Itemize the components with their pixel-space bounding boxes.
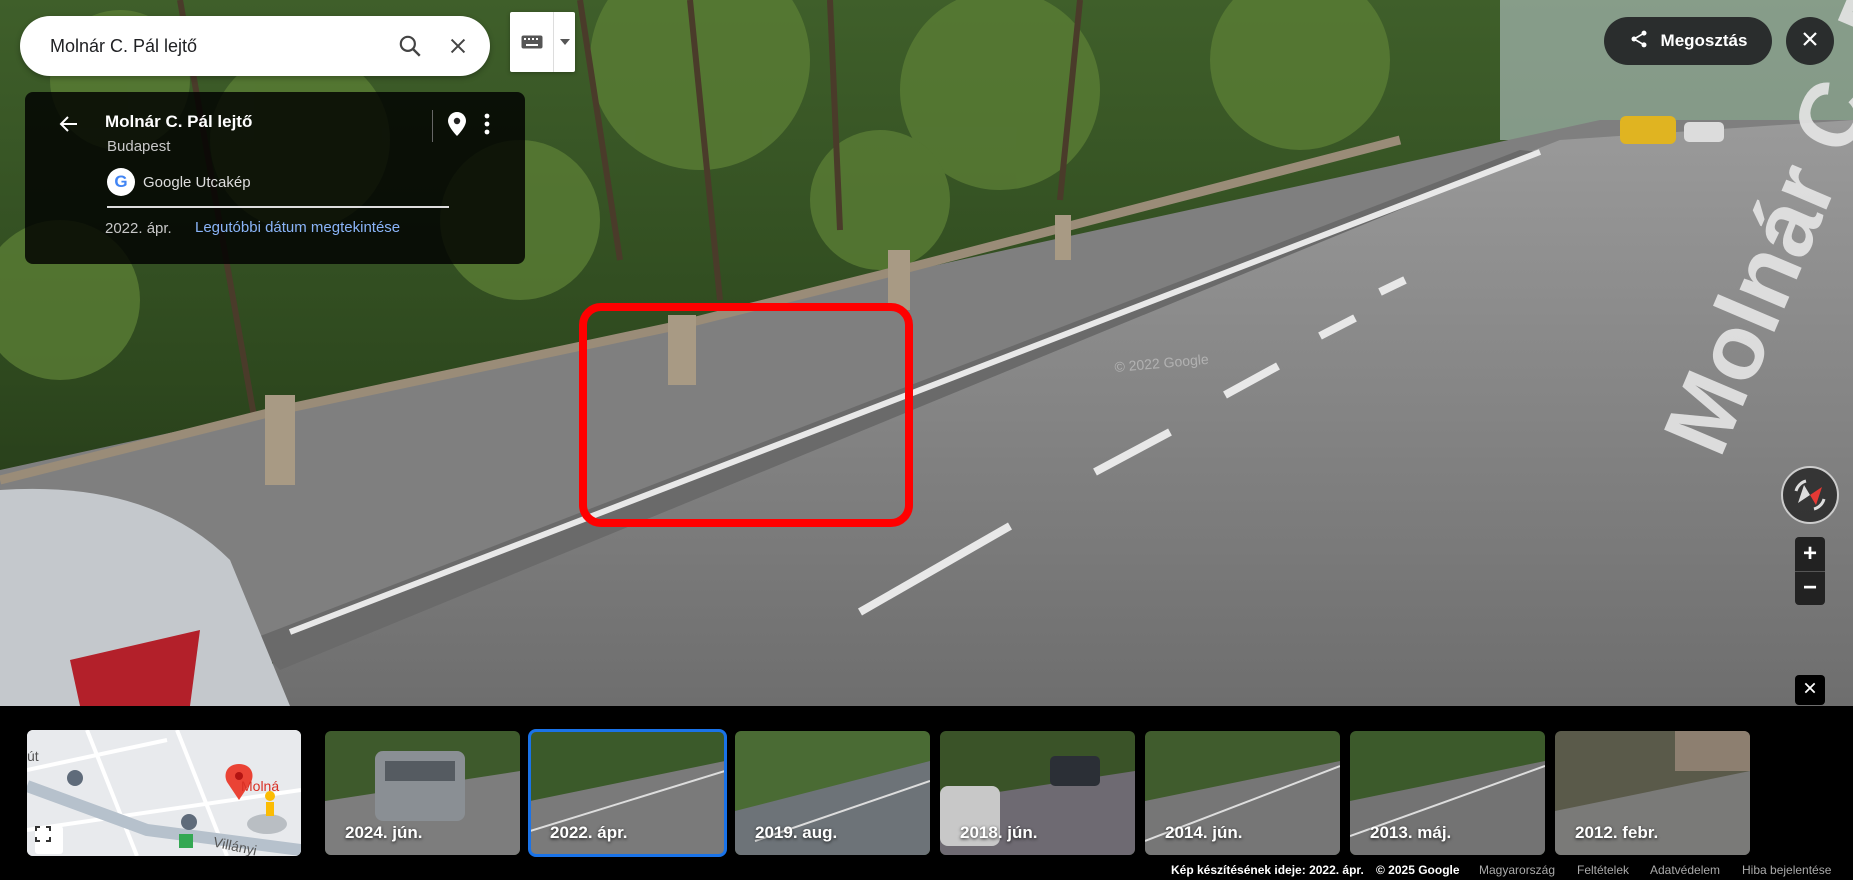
location-card: Molnár C. Pál lejtő Budapest G Google Ut… (25, 92, 525, 264)
zoom-in-button[interactable]: + (1795, 537, 1825, 571)
place-city: Budapest (107, 138, 171, 155)
close-icon (1803, 681, 1817, 700)
country-link[interactable]: Magyarország (1479, 863, 1555, 877)
compass-icon[interactable] (1781, 466, 1839, 524)
timeline-thumbnail[interactable]: 2019. aug. (735, 731, 930, 855)
map-place-label: Molná (241, 778, 280, 794)
timeline-date-label: 2019. aug. (755, 823, 838, 842)
zoom-controls: + − (1795, 537, 1825, 605)
capture-info: Kép készítésének ideje: 2022. ápr. (1171, 863, 1364, 877)
provider-label: Google Utcakép (143, 173, 251, 191)
provider-attribution: G Google Utcakép (107, 168, 251, 196)
see-latest-date-link[interactable]: Legutóbbi dátum megtekintése (195, 219, 400, 236)
timeline-thumbnail[interactable]: 2018. jún. (940, 731, 1135, 855)
terms-link[interactable]: Feltételek (1577, 863, 1629, 877)
google-logo-icon: G (107, 168, 135, 196)
share-label: Megosztás (1660, 31, 1748, 50)
input-tools-button[interactable] (510, 12, 575, 72)
close-icon (1801, 30, 1819, 53)
timeline-date-label: 2018. jún. (960, 823, 1038, 842)
search-input[interactable]: Molnár C. Pál lejtő (50, 36, 386, 57)
street-view-app: Molnár C. Pál lejtő © 2022 Google Molnár… (0, 0, 1853, 880)
mini-map[interactable]: út Molná Villányi (27, 730, 301, 856)
fullscreen-icon[interactable] (35, 826, 63, 854)
timeline-thumbnail[interactable]: 2013. máj. (1350, 731, 1545, 855)
footer: Kép készítésének ideje: 2022. ápr. © 202… (0, 858, 1853, 880)
timeline-thumbnail[interactable]: 2012. febr. (1555, 731, 1750, 855)
chevron-down-icon[interactable] (554, 39, 575, 45)
timeline-thumbnail-selected[interactable]: 2022. ápr. (528, 729, 727, 857)
copyright: © 2025 Google (1376, 863, 1460, 877)
close-street-view-button[interactable] (1786, 17, 1834, 65)
close-icon[interactable] (434, 22, 482, 70)
search-box[interactable]: Molnár C. Pál lejtő (20, 16, 490, 76)
divider (432, 110, 433, 142)
timeline-date-label: 2012. febr. (1575, 823, 1659, 842)
timeline-date-label: 2024. jún. (345, 823, 423, 842)
timeline-date-label: 2013. máj. (1370, 823, 1452, 842)
divider (107, 206, 449, 208)
share-button[interactable]: Megosztás (1604, 17, 1772, 65)
zoom-out-button[interactable]: − (1795, 570, 1825, 606)
map-label: út (27, 748, 39, 764)
more-vertical-icon[interactable] (477, 106, 497, 142)
share-icon (1629, 29, 1649, 54)
timeline-date-label: 2022. ápr. (550, 823, 628, 842)
timeline-thumbnail[interactable]: 2024. jún. (325, 731, 520, 855)
arrow-back-icon[interactable] (49, 104, 89, 144)
timeline-date-label: 2014. jún. (1165, 823, 1243, 842)
location-pin-icon[interactable] (443, 106, 471, 142)
search-icon[interactable] (386, 22, 434, 70)
close-timeline-button[interactable] (1795, 675, 1825, 705)
capture-date: 2022. ápr. (105, 220, 172, 237)
place-title: Molnár C. Pál lejtő (105, 112, 253, 131)
keyboard-icon[interactable] (510, 12, 554, 72)
timeline-strip: út Molná Villányi 2024. jún. 2022. ápr. … (0, 706, 1853, 858)
timeline-thumbnail[interactable]: 2014. jún. (1145, 731, 1340, 855)
privacy-link[interactable]: Adatvédelem (1650, 863, 1720, 877)
report-problem-link[interactable]: Hiba bejelentése (1742, 863, 1831, 877)
